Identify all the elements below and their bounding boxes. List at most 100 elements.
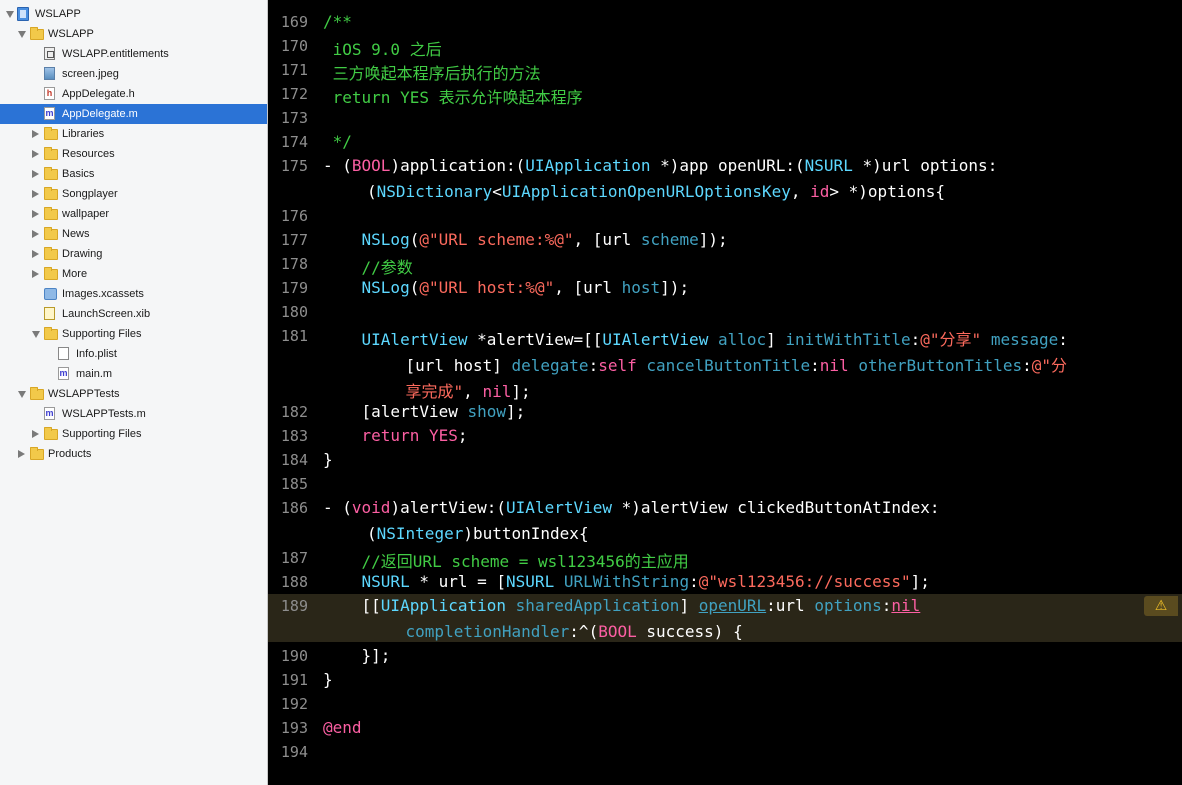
- navigator-item[interactable]: Images.xcassets: [0, 284, 267, 304]
- line-number: 172: [280, 85, 308, 103]
- disclosure-closed-icon[interactable]: [32, 210, 39, 218]
- navigator-item[interactable]: Info.plist: [0, 344, 267, 364]
- code-line[interactable]: return YES;: [323, 426, 468, 445]
- navigator-item-label: WSLAPP: [35, 8, 81, 20]
- code-token: )buttonIndex{: [463, 524, 589, 543]
- code-line-wrap[interactable]: (NSInteger)buttonIndex{: [367, 524, 589, 543]
- navigator-item[interactable]: h AppDelegate.h: [0, 84, 267, 104]
- disclosure-closed-icon[interactable]: [32, 150, 39, 158]
- code-token: show: [467, 402, 507, 421]
- code-line-wrap[interactable]: completionHandler:^(BOOL success) {: [367, 622, 743, 641]
- code-token: @"分享": [920, 330, 982, 349]
- code-line-wrap[interactable]: [url host] delegate:self cancelButtonTit…: [367, 352, 1067, 376]
- disclosure-closed-icon[interactable]: [32, 230, 39, 238]
- line-number: 176: [280, 207, 308, 225]
- navigator-item[interactable]: Songplayer: [0, 184, 267, 204]
- line-number: 189: [280, 597, 308, 615]
- line-number: 190: [280, 647, 308, 665]
- navigator-item[interactable]: LaunchScreen.xib: [0, 304, 267, 324]
- code-line[interactable]: iOS 9.0 之后: [323, 36, 442, 60]
- disclosure-closed-icon[interactable]: [32, 130, 39, 138]
- line-number: 193: [280, 719, 308, 737]
- code-line[interactable]: @end: [323, 718, 362, 737]
- folder-icon: [44, 187, 58, 200]
- code-line[interactable]: - (BOOL)application:(UIApplication *)app…: [323, 156, 997, 175]
- disclosure-closed-icon[interactable]: [32, 170, 39, 178]
- code-token: NSURL: [804, 156, 853, 175]
- code-line[interactable]: */: [323, 132, 352, 151]
- folder-icon: [44, 227, 58, 240]
- navigator-item[interactable]: Supporting Files: [0, 424, 267, 444]
- disclosure-closed-icon[interactable]: [32, 250, 39, 258]
- code-line[interactable]: /**: [323, 12, 352, 31]
- code-line[interactable]: [[UIApplication sharedApplication] openU…: [323, 596, 921, 615]
- navigator-item[interactable]: m WSLAPPTests.m: [0, 404, 267, 424]
- navigator-item[interactable]: Libraries: [0, 124, 267, 144]
- folder-icon: [30, 27, 44, 40]
- code-line[interactable]: NSLog(@"URL host:%@", [url host]);: [323, 278, 690, 297]
- code-line[interactable]: //返回URL scheme = wsl123456的主应用: [323, 548, 689, 572]
- code-line[interactable]: 三方唤起本程序后执行的方法: [323, 60, 541, 84]
- disclosure-closed-icon[interactable]: [32, 430, 39, 438]
- navigator-item[interactable]: m AppDelegate.m: [0, 104, 267, 124]
- code-line-wrap[interactable]: (NSDictionary<UIApplicationOpenURLOption…: [367, 182, 945, 201]
- warning-triangle-icon[interactable]: ⚠: [1144, 596, 1178, 616]
- code-line[interactable]: }: [323, 670, 333, 689]
- code-line[interactable]: NSLog(@"URL scheme:%@", [url scheme]);: [323, 230, 728, 249]
- code-line[interactable]: //参数: [323, 254, 413, 278]
- code-token: :: [689, 572, 699, 591]
- navigator-item[interactable]: News: [0, 224, 267, 244]
- code-token: scheme: [640, 230, 699, 249]
- navigator-item-label: Images.xcassets: [62, 288, 144, 300]
- code-line[interactable]: UIAlertView *alertView=[[UIAlertView all…: [323, 326, 1068, 350]
- navigator-item[interactable]: Products: [0, 444, 267, 464]
- code-line[interactable]: }];: [323, 646, 391, 665]
- code-token: :: [1022, 356, 1032, 375]
- code-line[interactable]: NSURL * url = [NSURL URLWithString:@"wsl…: [323, 572, 930, 591]
- code-line[interactable]: [alertView show];: [323, 402, 526, 421]
- code-token: @"分: [1031, 356, 1068, 375]
- navigator-item[interactable]: screen.jpeg: [0, 64, 267, 84]
- line-number: 179: [280, 279, 308, 297]
- source-editor[interactable]: 169 /** 170 iOS 9.0 之后 171 三方唤起本程序后执行的方法 172…: [268, 0, 1182, 785]
- disclosure-open-icon[interactable]: [18, 391, 26, 398]
- disclosure-closed-icon[interactable]: [32, 190, 39, 198]
- code-token: ]);: [698, 230, 728, 249]
- code-line-wrap[interactable]: 享完成", nil];: [367, 378, 531, 402]
- code-token: alloc: [717, 330, 767, 349]
- code-line[interactable]: return YES 表示允许唤起本程序: [323, 84, 583, 108]
- code-token: ]);: [660, 278, 690, 297]
- navigator-item-label: Drawing: [62, 248, 103, 260]
- line-number: 184: [280, 451, 308, 469]
- code-token: (: [409, 278, 420, 297]
- navigator-item[interactable]: WSLAPP.entitlements: [0, 44, 267, 64]
- navigator-item[interactable]: WSLAPP: [0, 4, 267, 24]
- navigator-item[interactable]: Basics: [0, 164, 267, 184]
- disclosure-open-icon[interactable]: [6, 11, 14, 18]
- code-line[interactable]: }: [323, 450, 333, 469]
- navigator-item[interactable]: wallpaper: [0, 204, 267, 224]
- line-number: 173: [280, 109, 308, 127]
- navigator-item[interactable]: More: [0, 264, 267, 284]
- navigator-item[interactable]: WSLAPPTests: [0, 384, 267, 404]
- code-token: }: [323, 450, 333, 469]
- disclosure-closed-icon[interactable]: [32, 270, 39, 278]
- navigator-item[interactable]: Resources: [0, 144, 267, 164]
- navigator-item[interactable]: m main.m: [0, 364, 267, 384]
- code-token: @"wsl123456://success": [698, 572, 911, 591]
- disclosure-closed-icon[interactable]: [18, 450, 25, 458]
- navigator-item[interactable]: WSLAPP: [0, 24, 267, 44]
- plist-file-icon: [58, 347, 69, 360]
- line-number: 170: [280, 37, 308, 55]
- disclosure-open-icon[interactable]: [32, 331, 40, 338]
- disclosure-open-icon[interactable]: [18, 31, 26, 38]
- folder-icon: [44, 267, 58, 280]
- code-line[interactable]: - (void)alertView:(UIAlertView *)alertVi…: [323, 498, 940, 517]
- navigator-item[interactable]: Drawing: [0, 244, 267, 264]
- objc-file-icon: m: [44, 107, 55, 120]
- navigator-item[interactable]: Supporting Files: [0, 324, 267, 344]
